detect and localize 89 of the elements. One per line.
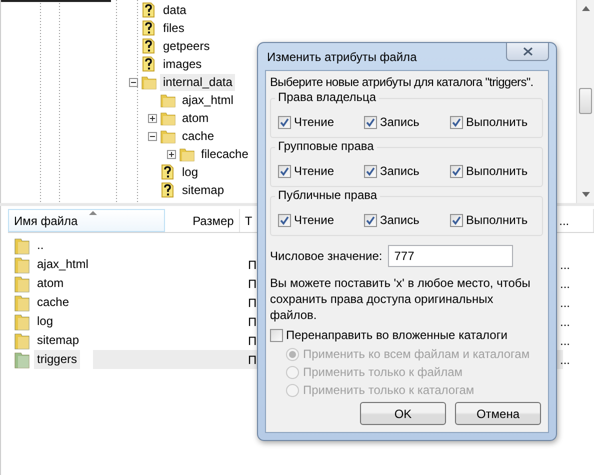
folder-icon — [160, 128, 176, 144]
folder-icon — [14, 256, 30, 274]
folder-icon — [160, 110, 176, 126]
table-cell: ... — [560, 296, 570, 310]
checkbox[interactable]: Чтение — [278, 213, 334, 227]
window-title: Изменить атрибуты файла — [266, 50, 417, 64]
collapse-icon[interactable] — [148, 132, 157, 140]
checkbox[interactable]: Выполнить — [450, 164, 528, 178]
file-name[interactable]: .. — [34, 236, 47, 255]
table-cell: ... — [560, 314, 570, 328]
checkbox[interactable]: Выполнить — [450, 213, 528, 227]
checkbox[interactable]: Чтение — [278, 164, 334, 178]
checkbox[interactable]: Запись — [364, 164, 420, 178]
file-name[interactable]: ajax_html — [34, 255, 92, 274]
field-label: Числовое значение: — [270, 249, 382, 263]
unknown-file-icon — [141, 2, 157, 18]
scroll-down-icon[interactable] — [582, 192, 590, 197]
folder-icon — [14, 294, 30, 312]
cancel-button[interactable]: Отмена — [455, 402, 541, 425]
checkbox[interactable]: Запись — [364, 213, 420, 227]
unknown-file-icon — [141, 20, 157, 36]
check-icon — [366, 216, 375, 224]
folder-icon — [14, 274, 30, 292]
file-name[interactable]: cache — [34, 293, 72, 312]
expand-icon[interactable] — [167, 150, 176, 158]
file-name[interactable]: sitemap — [34, 331, 82, 350]
file-name[interactable]: triggers — [34, 350, 80, 369]
expand-icon[interactable] — [148, 114, 157, 122]
table-cell: П — [248, 276, 257, 290]
table-cell: П — [248, 314, 257, 328]
checkbox[interactable]: Перенаправить во вложенные каталоги — [270, 328, 543, 342]
check-icon — [280, 216, 289, 224]
unknown-file-icon — [160, 182, 176, 198]
close-icon — [522, 47, 532, 56]
check-icon — [366, 118, 375, 126]
check-icon — [366, 166, 375, 176]
tree-item[interactable]: filecache — [198, 146, 252, 162]
group-title: Публичные права — [275, 188, 380, 202]
check-icon — [280, 118, 289, 126]
checkbox[interactable]: Чтение — [278, 115, 334, 129]
file-name[interactable]: atom — [34, 274, 67, 293]
table-cell: ... — [560, 276, 570, 290]
check-icon — [452, 118, 461, 126]
tree-item[interactable]: log — [179, 164, 202, 180]
tree-item[interactable]: ajax_html — [179, 92, 236, 108]
folder-icon — [14, 350, 30, 368]
numeric-field[interactable]: 777 — [388, 245, 514, 267]
tree-item[interactable]: atom — [179, 110, 212, 126]
prompt-text: Выберите новые атрибуты для каталога "triggers". — [270, 75, 534, 89]
checkbox[interactable]: Выполнить — [450, 115, 528, 129]
unknown-file-icon — [141, 38, 157, 54]
scrollbar[interactable] — [576, 0, 594, 203]
tree-item[interactable]: data — [160, 2, 190, 18]
checkbox[interactable]: Запись — [364, 115, 420, 129]
collapse-icon[interactable] — [129, 78, 138, 86]
table-cell: ... — [560, 334, 570, 348]
check-icon — [280, 166, 289, 176]
table-cell: П — [248, 334, 257, 348]
unknown-file-icon — [160, 164, 176, 180]
table-cell: П — [248, 296, 257, 310]
folder-icon — [14, 312, 30, 330]
table-cell: ... — [560, 352, 570, 366]
group-title: Права владельца — [275, 90, 380, 104]
hint-text: Вы можете поставить 'x' в любое место, чтобы сохранить права доступа оригинальных файлов. — [270, 275, 532, 323]
tree-item[interactable]: internal_data — [160, 74, 236, 90]
file-name[interactable]: log — [34, 312, 56, 331]
column-header[interactable]: Имя файла — [8, 209, 166, 232]
unknown-file-icon — [141, 56, 157, 72]
group-title: Групповые права — [275, 139, 377, 153]
tree-item[interactable]: getpeers — [160, 38, 213, 54]
close-button[interactable] — [506, 43, 549, 61]
tree-item[interactable]: sitemap — [179, 182, 228, 198]
table-cell: П — [248, 258, 257, 272]
tree-item[interactable]: images — [160, 56, 205, 72]
table-cell: П — [248, 352, 257, 366]
folder-icon — [160, 92, 176, 108]
scroll-up-icon[interactable] — [582, 6, 590, 11]
table-cell: ... — [560, 258, 570, 272]
tree-item[interactable]: files — [160, 20, 188, 36]
scroll-thumb[interactable] — [579, 88, 592, 114]
sort-icon — [89, 211, 97, 215]
folder-icon — [179, 146, 195, 162]
check-icon — [452, 166, 461, 176]
folder-icon — [14, 332, 30, 350]
folder-icon — [141, 74, 157, 90]
tree-item[interactable]: cache — [179, 128, 218, 144]
folder-icon — [14, 236, 30, 254]
ok-button[interactable]: OK — [360, 402, 446, 425]
check-icon — [452, 216, 461, 224]
